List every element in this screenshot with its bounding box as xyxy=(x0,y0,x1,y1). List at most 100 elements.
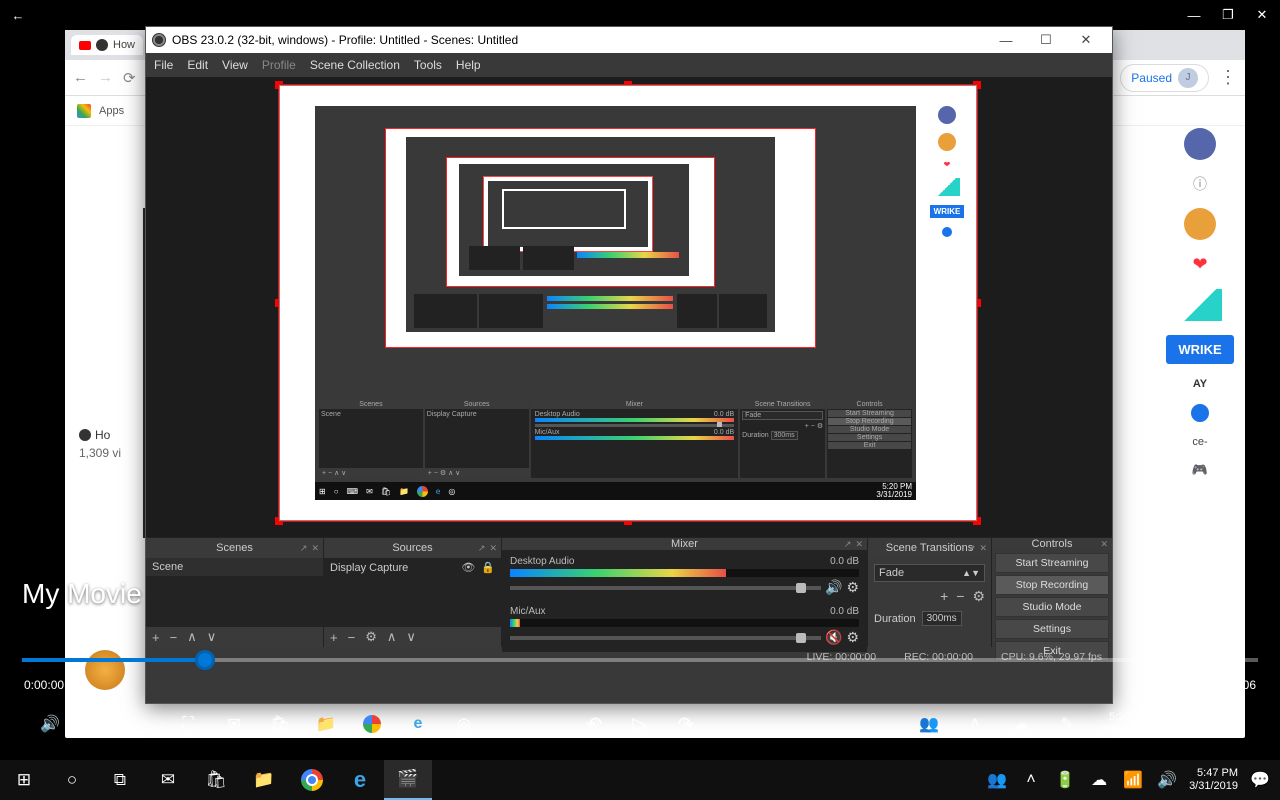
info-icon[interactable]: ⓘ xyxy=(1193,174,1207,194)
browser-fwd-icon[interactable]: → xyxy=(98,69,113,86)
store-taskbar-icon[interactable]: 🛍 xyxy=(192,760,240,800)
close-icon[interactable]: ✕ xyxy=(1254,7,1270,23)
panel-close-icon[interactable]: ✕ xyxy=(489,543,497,554)
aspect-icon[interactable]: ⛶ xyxy=(176,712,200,736)
studio-mode-button[interactable]: Studio Mode xyxy=(995,597,1109,617)
onedrive-icon[interactable]: ☁ xyxy=(1087,768,1111,792)
popout-icon[interactable]: ↗ xyxy=(300,543,308,554)
down-icon[interactable]: ∨ xyxy=(406,629,416,645)
gear-icon[interactable]: ⚙ xyxy=(365,629,377,645)
people-tray-icon[interactable]: 👥 xyxy=(985,768,1009,792)
cortana-icon[interactable]: ○ xyxy=(48,760,96,800)
remove-icon[interactable]: − xyxy=(170,630,178,645)
back-icon[interactable]: ← xyxy=(10,7,26,23)
tray-chevron-icon[interactable]: ˄ xyxy=(1019,768,1043,792)
menu-help[interactable]: Help xyxy=(456,58,481,72)
add-icon[interactable]: + xyxy=(940,588,948,605)
lock-icon[interactable]: 🔒 xyxy=(481,561,495,574)
obs-preview[interactable]: ScenesScene+ − ∧ ∨ SourcesDisplay Captur… xyxy=(146,77,1112,537)
start-button[interactable]: ⊞ xyxy=(0,760,48,800)
task-view-icon[interactable]: ⧉ xyxy=(96,760,144,800)
battery-icon[interactable]: 🔋 xyxy=(1053,768,1077,792)
action-center-icon[interactable]: 💬 xyxy=(1248,768,1272,792)
chevron-up-icon[interactable]: ˄ xyxy=(963,712,987,736)
channel-avatar[interactable] xyxy=(1184,128,1216,160)
gear-icon[interactable]: ⚙ xyxy=(972,588,985,605)
speaker-icon[interactable]: 🔊 xyxy=(825,579,842,596)
eye-icon[interactable]: 👁 xyxy=(461,561,475,574)
browser-back-icon[interactable]: ← xyxy=(73,69,88,86)
transition-select[interactable]: Fade▲▼ xyxy=(874,564,985,582)
panel-close-icon[interactable]: ✕ xyxy=(1100,539,1108,550)
popout-icon[interactable]: ↗ xyxy=(968,543,976,554)
start-streaming-button[interactable]: Start Streaming xyxy=(995,553,1109,573)
stop-recording-button[interactable]: Stop Recording xyxy=(995,575,1109,595)
preview-selection[interactable]: ScenesScene+ − ∧ ∨ SourcesDisplay Captur… xyxy=(278,84,978,522)
store-icon[interactable]: 🛍 xyxy=(268,712,292,736)
remove-icon[interactable]: − xyxy=(348,630,356,645)
wrike-button[interactable]: WRIKE xyxy=(1166,335,1233,364)
skip-back-button[interactable]: ↶10 xyxy=(582,712,606,736)
mini-view-icon[interactable]: ⤢ xyxy=(1172,712,1196,736)
minimize-icon[interactable]: ― xyxy=(1186,7,1202,23)
source-item[interactable]: Display Capture👁🔒 xyxy=(324,558,501,577)
panel-close-icon[interactable]: ✕ xyxy=(979,543,987,554)
explorer-taskbar-icon[interactable]: 📁 xyxy=(240,760,288,800)
more-icon[interactable]: ⋯ xyxy=(1218,712,1242,736)
apps-label[interactable]: Apps xyxy=(99,105,124,117)
obs-minimize[interactable]: ― xyxy=(986,27,1026,53)
cloud-icon[interactable]: ☁ xyxy=(1009,712,1033,736)
gear-icon[interactable]: ⚙ xyxy=(846,629,859,646)
obs-tray-icon[interactable]: ◎ xyxy=(452,712,476,736)
pencil-icon[interactable]: ✎ xyxy=(1055,712,1079,736)
volume-icon[interactable]: 🔊 xyxy=(38,712,62,736)
cast-icon[interactable]: ⎚ xyxy=(84,712,108,736)
scrubber-thumb[interactable] xyxy=(195,650,215,670)
obs-close[interactable]: ✕ xyxy=(1066,27,1106,53)
edge-icon[interactable]: e xyxy=(406,712,430,736)
chrome-icon[interactable] xyxy=(360,712,384,736)
chrome-taskbar-icon[interactable] xyxy=(288,760,336,800)
apps-grid-icon[interactable] xyxy=(77,104,91,118)
play-button[interactable]: ▷ xyxy=(628,712,652,736)
menu-file[interactable]: File xyxy=(154,58,173,72)
channel-avatar[interactable] xyxy=(1184,208,1216,240)
scene-item[interactable]: Scene xyxy=(146,558,323,576)
menu-edit[interactable]: Edit xyxy=(187,58,208,72)
people-icon[interactable]: 👥 xyxy=(917,712,941,736)
panel-close-icon[interactable]: ✕ xyxy=(311,543,319,554)
volume-slider[interactable] xyxy=(510,586,821,590)
panel-close-icon[interactable]: ✕ xyxy=(855,539,863,550)
menu-view[interactable]: View xyxy=(222,58,248,72)
heart-icon[interactable]: ❤ xyxy=(1192,254,1207,275)
down-icon[interactable]: ∨ xyxy=(207,629,217,645)
add-icon[interactable]: + xyxy=(152,630,160,645)
edge-taskbar-icon[interactable]: e xyxy=(336,760,384,800)
mail-icon[interactable]: ✉ xyxy=(222,712,246,736)
obs-maximize[interactable]: ☐ xyxy=(1026,27,1066,53)
video-scrubber[interactable] xyxy=(22,658,1258,662)
menu-profile[interactable]: Profile xyxy=(262,58,296,72)
up-icon[interactable]: ∧ xyxy=(387,629,397,645)
up-icon[interactable]: ∧ xyxy=(187,629,197,645)
menu-scene-collection[interactable]: Scene Collection xyxy=(310,58,400,72)
video-editor-taskbar-icon[interactable]: 🎬 xyxy=(384,760,432,800)
add-icon[interactable]: + xyxy=(330,630,338,645)
system-clock[interactable]: 5:47 PM3/31/2019 xyxy=(1189,767,1238,793)
popout-icon[interactable]: ↗ xyxy=(478,543,486,554)
menu-tools[interactable]: Tools xyxy=(414,58,442,72)
obs-titlebar[interactable]: OBS 23.0.2 (32-bit, windows) - Profile: … xyxy=(146,27,1112,53)
remove-icon[interactable]: − xyxy=(956,588,964,605)
profile-paused-pill[interactable]: Paused J xyxy=(1120,64,1209,92)
wifi-icon[interactable]: 📶 xyxy=(1121,768,1145,792)
mail-taskbar-icon[interactable]: ✉ xyxy=(144,760,192,800)
gear-icon[interactable]: ⚙ xyxy=(846,579,859,596)
chrome-menu-icon[interactable]: ⋮ xyxy=(1219,67,1237,88)
settings-button[interactable]: Settings xyxy=(995,619,1109,639)
folder-icon[interactable]: 📁 xyxy=(314,712,338,736)
browser-reload-icon[interactable]: ⟳ xyxy=(123,69,136,87)
restore-icon[interactable]: ❐ xyxy=(1220,7,1236,23)
duration-input[interactable]: 300ms xyxy=(922,611,962,626)
search-frame-icon[interactable]: ⌕ xyxy=(130,712,154,736)
skip-fwd-button[interactable]: ↷30 xyxy=(674,712,698,736)
